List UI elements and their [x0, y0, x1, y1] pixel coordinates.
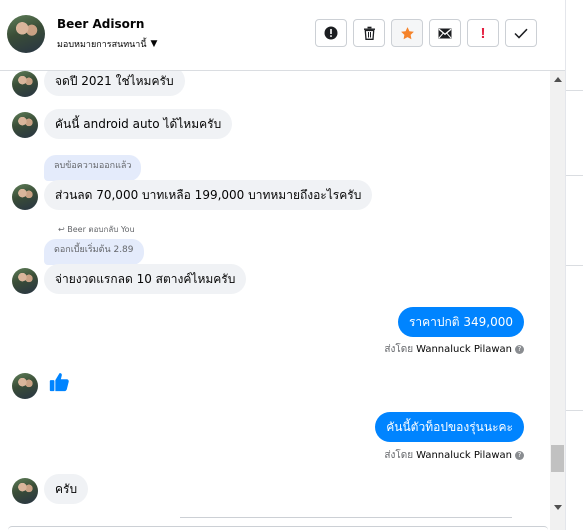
sender-avatar	[12, 184, 38, 210]
divider	[566, 410, 583, 411]
trash-icon	[363, 26, 375, 40]
incoming-message[interactable]: ครับ	[44, 474, 89, 504]
quoted-reply[interactable]: ลบข้อความออกแล้ว	[44, 155, 142, 181]
sent-by-prefix: ส่งโดย	[384, 344, 414, 355]
sent-by-prefix: ส่งโดย	[384, 450, 414, 461]
sender-avatar	[12, 71, 38, 97]
delete-button[interactable]	[353, 19, 385, 47]
divider	[566, 90, 583, 91]
star-icon	[400, 26, 414, 39]
scroll-up-arrow-icon[interactable]	[554, 77, 562, 82]
incoming-message[interactable]: ส่วนลด 70,000 บาทเหลือ 199,000 บาทหมายถึ…	[44, 180, 373, 210]
contact-name[interactable]: Beer Adisorn	[57, 17, 144, 31]
conversation-header: Beer Adisorn มอบหมายการสนทนานี้ ▼ !	[0, 0, 565, 71]
follow-up-button[interactable]: !	[467, 19, 499, 47]
reply-indicator: ↩ Beer ตอบกลับ You	[58, 225, 135, 234]
outgoing-message[interactable]: ราคาปกติ 349,000	[397, 307, 524, 337]
spam-icon	[324, 26, 338, 40]
help-icon[interactable]: ?	[515, 345, 524, 354]
toolbar: !	[315, 19, 537, 47]
sent-by-label: ส่งโดย Wannaluck Pilawan ?	[384, 448, 524, 463]
assign-label: มอบหมายการสนทนานี้	[57, 40, 147, 50]
sent-by-name: Wannaluck Pilawan	[416, 344, 512, 355]
sender-avatar	[12, 268, 38, 294]
incoming-message[interactable]: คันนี้ android auto ได้ไหมครับ	[44, 109, 233, 139]
thumbs-up-icon	[49, 373, 69, 392]
sender-avatar	[12, 478, 38, 504]
caret-down-icon: ▼	[150, 39, 158, 49]
incoming-message[interactable]: จดปี 2021 ใช่ไหมครับ	[44, 71, 185, 96]
outgoing-message[interactable]: คันนี้ตัวท็อปของรุ่นนะคะ	[375, 412, 524, 442]
star-button[interactable]	[391, 19, 423, 47]
divider	[180, 517, 512, 518]
sender-avatar	[12, 112, 38, 138]
divider	[566, 265, 583, 266]
check-icon	[514, 28, 528, 39]
quoted-reply[interactable]: ดอกเบี้ยเริ่มต้น 2.89	[44, 239, 144, 265]
divider	[566, 175, 583, 176]
mark-done-button[interactable]	[505, 19, 537, 47]
scroll-down-arrow-icon[interactable]	[554, 505, 562, 510]
mail-icon	[438, 28, 452, 38]
message-thread: จดปี 2021 ใช่ไหมครับ คันนี้ android auto…	[0, 71, 550, 530]
scrollbar-thumb[interactable]	[551, 445, 564, 472]
sent-by-label: ส่งโดย Wannaluck Pilawan ?	[384, 342, 524, 357]
contact-avatar[interactable]	[7, 15, 45, 53]
sender-avatar	[12, 373, 38, 399]
sent-by-name: Wannaluck Pilawan	[416, 450, 512, 461]
thread-scrollbar[interactable]	[550, 71, 565, 530]
composer-edge	[8, 526, 548, 531]
mark-unread-button[interactable]	[429, 19, 461, 47]
incoming-message[interactable]: จ่ายงวดแรกลด 10 สตางค์ไหมครับ	[44, 264, 247, 294]
important-icon: !	[480, 24, 486, 42]
help-icon[interactable]: ?	[515, 451, 524, 460]
assign-conversation-dropdown[interactable]: มอบหมายการสนทนานี้ ▼	[57, 37, 157, 51]
spam-button[interactable]	[315, 19, 347, 47]
reply-indicator-text: Beer ตอบกลับ You	[67, 225, 135, 234]
